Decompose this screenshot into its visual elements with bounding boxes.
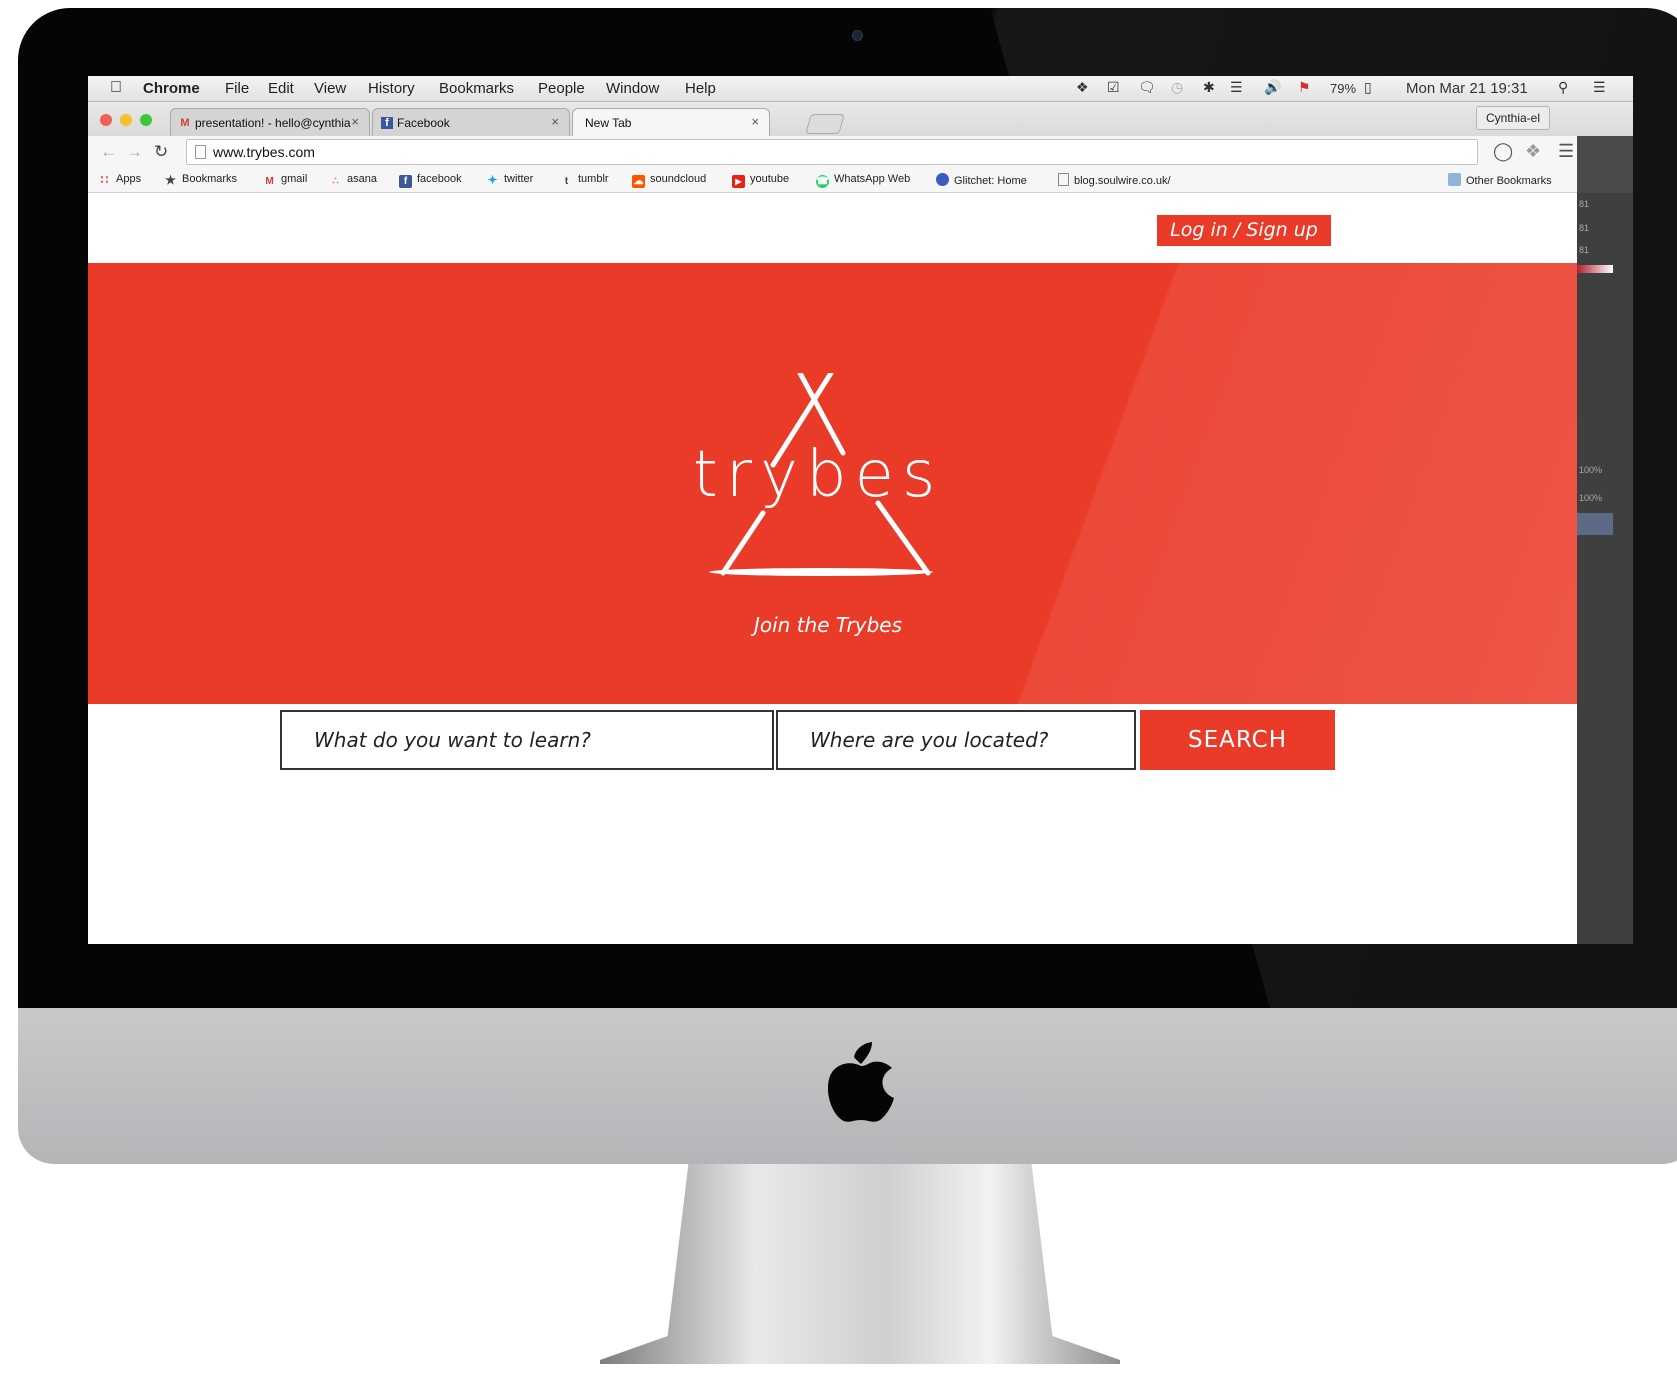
close-tab-icon[interactable]: × [351,114,359,129]
tab-strip: M presentation! - hello@cynthia × f Face… [88,102,1633,137]
imac-stand [600,1164,1120,1364]
wifi-tray-icon[interactable]: ☰ [1230,79,1243,96]
side-panel-label: 100% [1579,493,1603,503]
bookmark-bookmarks[interactable]: ★ Bookmarks [164,173,237,187]
spotlight-search-icon[interactable]: ⚲ [1558,79,1568,96]
tab-label: Facebook [397,116,450,130]
menu-file[interactable]: File [225,80,249,97]
address-bar[interactable]: www.trybes.com [186,139,1478,165]
bookmark-apps[interactable]: ∷ Apps [98,173,141,187]
menu-view[interactable]: View [314,80,346,97]
page-icon [195,145,206,159]
opera-extension-icon[interactable]: ◯ [1493,141,1513,162]
search-button[interactable]: SEARCH [1140,710,1335,770]
minimize-window-button[interactable] [120,114,132,126]
bookmark-whatsapp[interactable]: ☎ WhatsApp Web [816,173,910,188]
bookmark-gmail[interactable]: Mgmail [263,173,307,188]
glitchet-icon [936,173,949,186]
tab-gmail[interactable]: M presentation! - hello@cynthia × [170,108,370,137]
menu-bar:  Chrome File Edit View History Bookmark… [88,76,1633,102]
bookmark-youtube[interactable]: ▶ youtube [732,173,789,188]
apps-grid-icon: ∷ [100,173,109,187]
bookmark-facebook[interactable]: f facebook [399,173,462,188]
location-input[interactable] [776,710,1136,770]
side-panel-label: 81 [1579,199,1590,209]
dropbox-tray-icon[interactable]: ❖ [1076,79,1089,96]
hero-banner: trybes Join the Trybes [88,263,1577,704]
bookmark-twitter[interactable]: ✦ twitter [486,173,533,187]
close-tab-icon[interactable]: × [751,114,759,129]
bookmark-asana[interactable]: ∴ asana [329,173,377,188]
menu-app-name[interactable]: Chrome [143,80,200,97]
volume-tray-icon[interactable]: 🔊 [1264,79,1281,96]
tagline: Join the Trybes [753,613,903,637]
bookmark-glitchet[interactable]: Glitchet: Home [936,173,1027,187]
tab-new-tab[interactable]: New Tab × [572,108,770,137]
browser-toolbar: ← → ↻ www.trybes.com ◯ ❖ ☰ [88,136,1633,168]
battery-percent: 79% [1330,81,1357,96]
new-tab-button[interactable] [805,114,845,134]
url-text[interactable]: www.trybes.com [213,144,315,160]
bookmark-soundcloud[interactable]: ☁ soundcloud [632,173,706,188]
profile-button[interactable]: Cynthia-el [1476,106,1550,130]
forward-arrow-icon[interactable]: → [126,142,143,162]
asana-icon: ∴ [332,176,339,187]
tab-facebook[interactable]: f Facebook × [372,108,570,137]
reload-icon[interactable]: ↻ [154,142,168,162]
star-icon: ★ [165,173,176,187]
side-panel-label: 81 [1579,223,1590,233]
zoom-window-button[interactable] [140,114,152,126]
bluetooth-tray-icon[interactable]: ✱ [1203,79,1215,96]
menu-bookmarks[interactable]: Bookmarks [439,80,514,97]
chat-tray-icon[interactable]: 🗨 [1138,79,1156,96]
time-machine-tray-icon[interactable]: ◷ [1171,79,1183,96]
trybes-logo-text: trybes [692,438,944,512]
bookmark-soulwire[interactable]: blog.soulwire.co.uk/ [1058,173,1171,187]
back-arrow-icon[interactable]: ← [100,142,117,162]
gmail-icon: M [180,117,190,129]
menu-help[interactable]: Help [685,80,716,97]
folder-icon [1448,173,1461,186]
what-to-learn-input[interactable] [280,710,774,770]
menu-edit[interactable]: Edit [268,80,294,97]
clock[interactable]: Mon Mar 21 19:31 [1406,80,1528,97]
us-flag-icon[interactable]: ⚑ [1298,79,1311,96]
side-panel-label: 81 [1579,245,1590,255]
check-tray-icon[interactable]: ☑ [1107,79,1120,96]
web-page: Log in / Sign up trybes Join the Trybes … [88,193,1577,944]
close-tab-icon[interactable]: × [551,114,559,129]
soundcloud-icon: ☁ [632,175,645,188]
apple-logo-icon [827,1042,894,1122]
battery-icon[interactable]: ▯ [1364,79,1372,96]
screen:  Chrome File Edit View History Bookmark… [88,76,1633,944]
lock-icon[interactable] [1577,513,1613,535]
tab-label: presentation! - hello@cynthia [195,116,351,130]
twitter-icon: ✦ [487,173,498,187]
tab-label: New Tab [585,116,632,130]
side-panel-label: 100% [1579,465,1603,475]
menu-people[interactable]: People [538,80,585,97]
other-bookmarks[interactable]: Other Bookmarks [1448,173,1552,187]
gmail-icon: M [265,176,274,187]
color-swatch[interactable] [1577,265,1613,273]
youtube-icon: ▶ [732,175,745,188]
bookmarks-bar: ∷ Apps ★ Bookmarks Mgmail ∴ asana f facebook… [88,168,1633,193]
login-signup-button[interactable]: Log in / Sign up [1157,215,1331,246]
close-window-button[interactable] [100,114,112,126]
notification-center-icon[interactable]: ☰ [1593,79,1606,96]
menu-window[interactable]: Window [606,80,659,97]
facebook-icon: f [381,117,393,129]
page-icon [1058,173,1069,186]
whatsapp-icon: ☎ [816,175,829,188]
chrome-menu-icon[interactable]: ☰ [1558,141,1574,162]
menu-history[interactable]: History [368,80,415,97]
bookmark-tumblr[interactable]: t tumblr [560,173,609,188]
dropbox-extension-icon[interactable]: ❖ [1525,141,1541,162]
facebook-icon: f [399,175,412,188]
side-panel: 81 81 81 100% 100% [1577,193,1633,944]
side-panel-header [1577,136,1633,193]
apple-menu-icon[interactable]:  [110,79,122,97]
camera [852,30,863,41]
tumblr-icon: t [564,176,569,187]
